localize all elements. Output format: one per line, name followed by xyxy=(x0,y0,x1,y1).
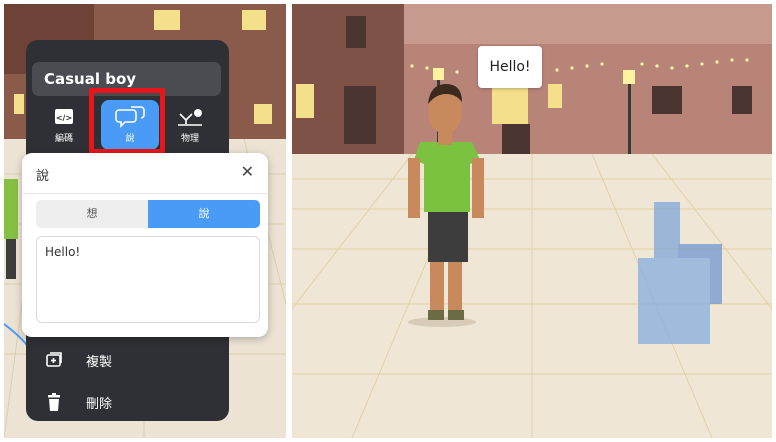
popup-divider xyxy=(22,193,268,194)
right-screenshot-panel: Hello! xyxy=(292,4,772,438)
say-text-input[interactable]: Hello! xyxy=(36,236,260,323)
tool-physics-button[interactable]: 物理 xyxy=(162,100,218,150)
svg-text:</>: </> xyxy=(56,114,72,123)
say-popup-title: 說 xyxy=(36,169,50,184)
delete-label: 刪除 xyxy=(86,397,113,412)
code-icon: </> xyxy=(55,109,73,124)
duplicate-menu-item[interactable]: 複製 xyxy=(28,342,228,378)
duplicate-icon xyxy=(46,352,62,367)
delete-menu-item[interactable]: 刪除 xyxy=(28,384,228,420)
duplicate-label: 複製 xyxy=(86,355,113,370)
physics-icon xyxy=(178,109,202,126)
segment-think[interactable]: 想 xyxy=(36,200,148,228)
close-icon[interactable]: ✕ xyxy=(241,162,254,181)
left-screenshot-panel: Casual boy </> 編碼 說 物理 說 ✕ 想 說 Hello! 複製… xyxy=(4,4,286,438)
tool-code-button[interactable]: </> 編碼 xyxy=(36,100,92,150)
speech-bubble: Hello! xyxy=(478,46,542,88)
say-popup: 說 ✕ 想 說 Hello! xyxy=(22,153,268,337)
tool-physics-label: 物理 xyxy=(180,134,199,144)
segment-say[interactable]: 說 xyxy=(148,200,260,228)
say-tool-highlight-box xyxy=(89,88,165,154)
trash-icon xyxy=(48,393,60,411)
tool-code-label: 編碼 xyxy=(54,134,73,144)
